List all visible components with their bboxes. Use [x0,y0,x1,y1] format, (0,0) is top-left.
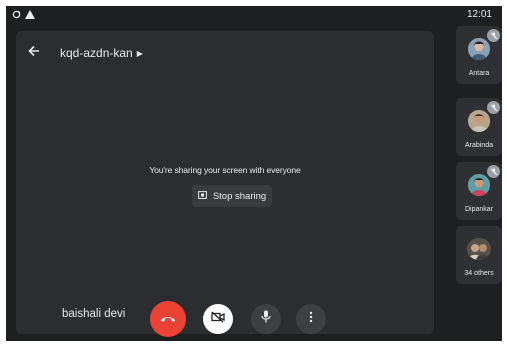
microphone-icon [261,310,271,328]
phone-hangup-icon [160,310,176,328]
camera-off-icon [211,310,225,328]
status-time: 12:01 [466,9,492,20]
stop-sharing-label: Stop sharing [212,190,267,202]
caret-right-icon: ▶ [136,48,143,58]
self-name-label: baishali devi [62,308,126,320]
end-call-button[interactable] [150,301,186,337]
participant-tile[interactable]: Arabinda [456,98,502,156]
avatar-group [467,238,491,260]
participant-tile[interactable]: Dipankar [456,162,502,220]
avatar [468,110,490,132]
avatar [468,174,490,196]
participant-tile-others[interactable]: 34 others [456,226,502,284]
meeting-title[interactable]: kqd-azdn-kan ▶ [60,46,143,60]
mic-off-icon [487,29,500,42]
participant-name: Antara [468,70,490,77]
sync-icon [12,6,21,24]
more-options-button[interactable] [296,304,326,334]
back-button[interactable] [24,43,44,63]
mic-off-icon [487,165,500,178]
stop-screen-share-icon [197,190,207,202]
camera-toggle-button[interactable] [203,304,233,334]
arrow-back-icon [28,44,40,62]
meet-screen: 12:01 kqd-azdn-kan ▶ You're sharing your… [6,6,502,341]
mic-off-icon [487,101,500,114]
stop-sharing-button[interactable]: Stop sharing [192,185,272,207]
participant-tile[interactable]: Antara [456,26,502,84]
sharing-message: You're sharing your screen with everyone [149,165,301,175]
avatar [468,38,490,60]
meeting-header: kqd-azdn-kan ▶ [24,43,143,63]
more-vert-icon [309,310,313,328]
microphone-button[interactable] [251,304,281,334]
participant-name: Dipankar [464,206,493,213]
participant-name: Arabinda [464,142,494,149]
participant-count: 34 others [464,270,494,277]
status-bar: 12:01 [6,6,502,24]
meeting-code: kqd-azdn-kan [60,46,133,60]
warning-icon [25,6,35,24]
screen-share-stage: kqd-azdn-kan ▶ You're sharing your scree… [16,31,434,337]
